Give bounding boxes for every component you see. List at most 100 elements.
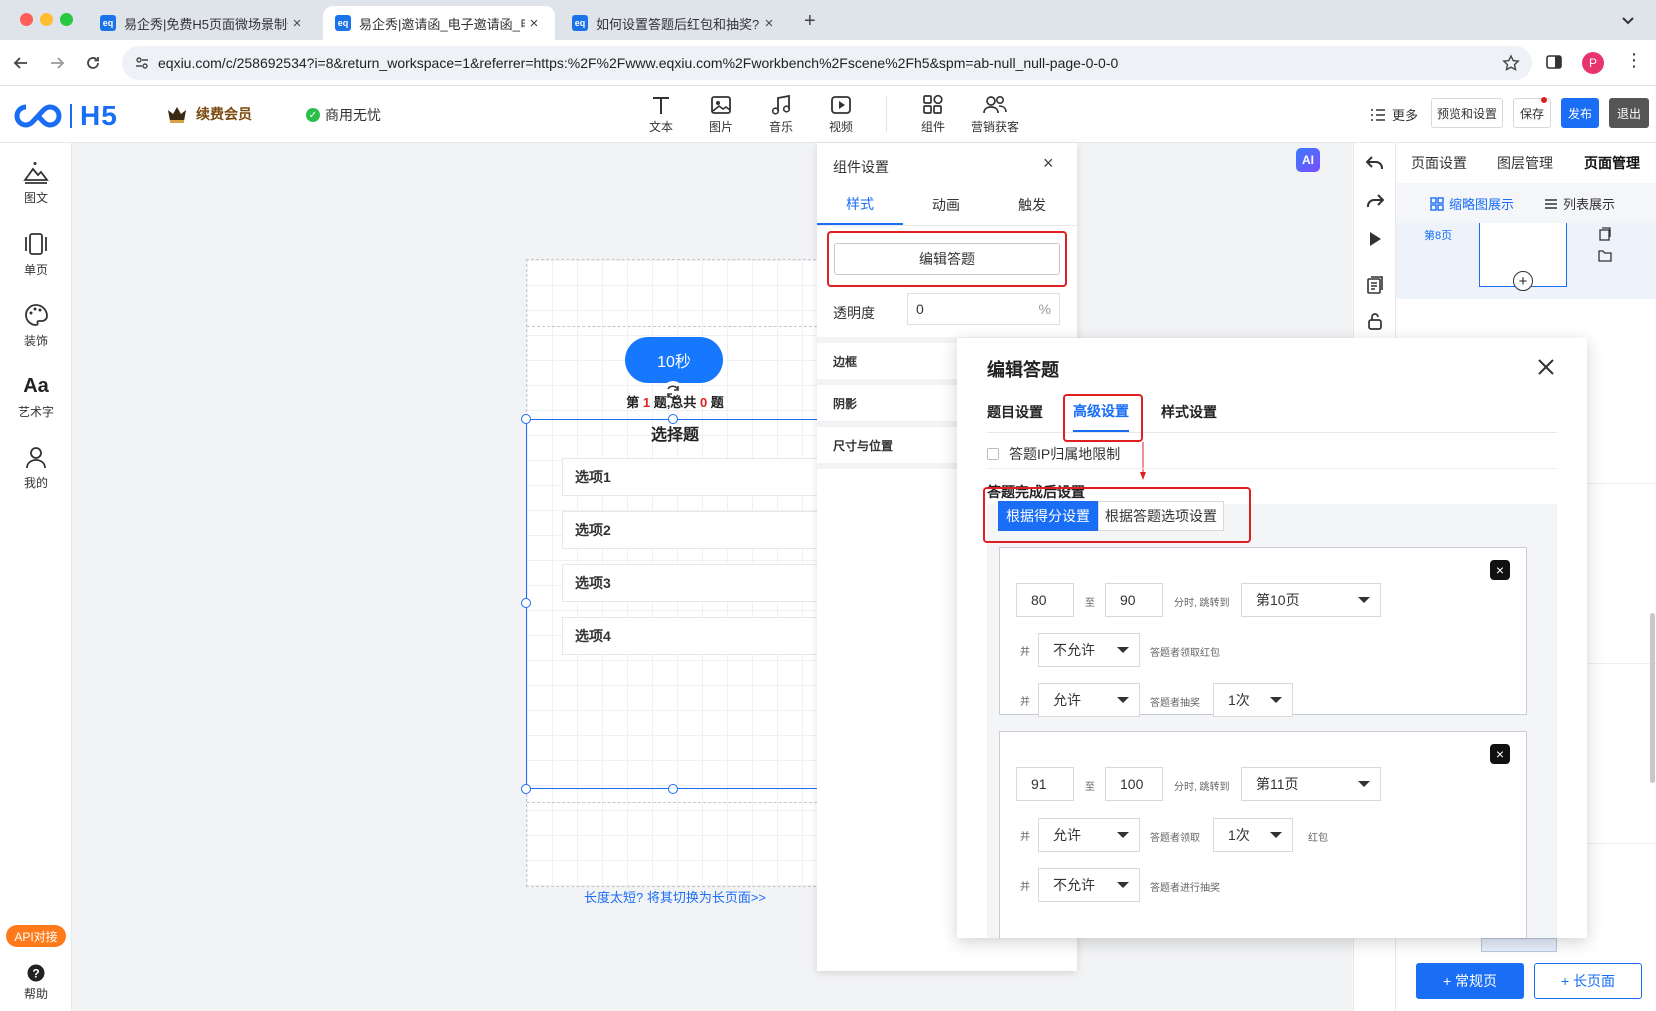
forward-arrow-icon[interactable] [46,52,68,74]
help-button[interactable]: ? 帮助 [0,961,72,1007]
help-circle-icon: ? [27,961,45,985]
undo-icon[interactable] [1354,145,1396,181]
tab-layer-management[interactable]: 图层管理 [1482,143,1568,183]
tool-image[interactable]: 图片 [692,92,750,138]
quiz-option[interactable]: 选项4 [562,617,826,655]
address-bar: eqxiu.com/c/258692534?i=8&return_workspa… [0,40,1656,86]
close-tab-icon[interactable]: × [288,15,306,32]
maximize-window-button[interactable] [60,13,73,26]
sidebar-item-single-page[interactable]: 单页 [0,227,72,291]
eqxiu-logo[interactable]: H5 [14,100,118,132]
switch-long-page-link[interactable]: 长度太短? 将其切换为长页面>> [560,887,790,906]
delete-rule-icon[interactable]: × [1490,744,1510,764]
score-from-input[interactable]: 91 [1016,767,1074,801]
vip-renew-button[interactable]: 续费会员 [166,104,252,124]
browser-tab-1[interactable]: eq 易企秀|免费H5页面微场景制作 × [88,6,318,40]
tab-animation[interactable]: 动画 [903,185,989,225]
reload-icon[interactable] [82,52,104,74]
lottery-permission-select[interactable]: 不允许 [1038,868,1140,902]
sidebar-item-graphic[interactable]: 图文 [0,155,72,219]
page-thumbnail-partial[interactable] [1481,938,1557,952]
close-icon[interactable] [1537,358,1555,376]
side-panel-icon[interactable] [1545,53,1563,71]
lottery-times-select[interactable]: 1次 [1213,683,1293,717]
resize-handle[interactable] [668,784,678,794]
publish-button[interactable]: 发布 [1561,98,1599,128]
tool-text[interactable]: 文本 [632,92,690,138]
edit-quiz-button[interactable]: 编辑答题 [834,243,1060,275]
preview-settings-button[interactable]: 预览和设置 [1431,98,1503,128]
close-tab-icon[interactable]: × [525,15,543,32]
tab-page-settings[interactable]: 页面设置 [1396,143,1482,183]
ai-assistant-button[interactable]: AI [1296,148,1320,172]
jump-page-select[interactable]: 第11页 [1241,767,1381,801]
delete-rule-icon[interactable]: × [1490,560,1510,580]
tab-by-option[interactable]: 根据答题选项设置 [1098,501,1224,531]
jump-page-select[interactable]: 第10页 [1241,583,1381,617]
add-normal-page-button[interactable]: + 常规页 [1416,963,1524,999]
redpacket-permission-select[interactable]: 不允许 [1038,633,1140,667]
page-duplicate-icon[interactable] [1598,227,1612,241]
resize-handle[interactable] [521,414,531,424]
tab-style[interactable]: 样式 [817,185,903,225]
tool-marketing[interactable]: 营销获客 [964,92,1026,138]
quiz-option[interactable]: 选项3 [562,564,826,602]
bookmark-star-icon[interactable] [1502,54,1520,72]
score-from-input[interactable]: 80 [1016,583,1074,617]
score-to-input[interactable]: 100 [1105,767,1163,801]
api-integration-button[interactable]: API对接 [6,925,66,947]
page-copy-icon[interactable] [1354,267,1396,303]
tab-trigger[interactable]: 触发 [989,185,1075,225]
scrollbar-thumb[interactable] [1650,613,1655,783]
timer-badge[interactable]: 10秒 [625,337,723,383]
tool-component[interactable]: 组件 [904,92,962,138]
back-arrow-icon[interactable] [10,52,32,74]
site-settings-icon[interactable] [134,55,150,71]
add-page-icon[interactable]: + [1513,271,1533,291]
play-preview-icon[interactable] [1354,221,1396,257]
lottery-permission-select[interactable]: 允许 [1038,683,1140,717]
redpacket-times-select[interactable]: 1次 [1213,818,1293,852]
minimize-window-button[interactable] [40,13,53,26]
score-to-input[interactable]: 90 [1105,583,1163,617]
url-field[interactable]: eqxiu.com/c/258692534?i=8&return_workspa… [122,46,1532,80]
browser-tab-2[interactable]: eq 易企秀|邀请函_电子邀请函_电 × [323,6,555,40]
thumbnail-view-toggle[interactable]: 缩略图展示 [1430,194,1514,213]
dropdown-caret-icon [1117,882,1129,888]
more-menu[interactable]: 更多 [1370,105,1418,124]
browser-menu-icon[interactable]: ⋮ [1625,51,1643,69]
list-view-toggle[interactable]: 列表展示 [1544,194,1615,213]
commercial-safe-badge[interactable]: ✓ 商用无忧 [306,105,381,125]
tab-search-chevron-icon[interactable] [1620,12,1636,28]
opacity-input[interactable]: 0 % [907,293,1060,325]
tab-style-settings[interactable]: 样式设置 [1161,392,1217,432]
unlock-icon[interactable] [1354,303,1396,339]
tool-video[interactable]: 视频 [812,92,870,138]
close-icon[interactable]: × [1043,153,1054,174]
quiz-option[interactable]: 选项2 [562,511,826,549]
sidebar-item-decoration[interactable]: 装饰 [0,298,72,362]
close-tab-icon[interactable]: × [760,15,778,32]
resize-handle[interactable] [521,784,531,794]
redo-icon[interactable] [1354,183,1396,219]
checkbox[interactable] [987,448,999,460]
save-button[interactable]: 保存 [1513,97,1551,128]
profile-avatar[interactable]: P [1582,52,1604,74]
sidebar-item-mine[interactable]: 我的 [0,440,72,504]
tab-page-management[interactable]: 页面管理 [1568,143,1656,183]
new-tab-icon[interactable]: + [804,10,816,33]
exit-button[interactable]: 退出 [1609,98,1649,128]
tab-question-settings[interactable]: 题目设置 [987,392,1043,432]
ip-limit-checkbox[interactable]: 答题IP归属地限制 [987,444,1120,464]
quiz-option[interactable]: 选项1 [562,458,826,496]
browser-tab-3[interactable]: eq 如何设置答题后红包和抽奖? - × [560,6,790,40]
tool-music[interactable]: 音乐 [752,92,810,138]
folder-icon[interactable] [1598,249,1612,262]
resize-handle[interactable] [521,598,531,608]
art-text-icon: Aa [23,374,49,397]
tab-by-score[interactable]: 根据得分设置 [998,501,1098,531]
sidebar-item-art-text[interactable]: Aa 艺术字 [0,369,72,433]
add-long-page-button[interactable]: + 长页面 [1534,963,1642,999]
close-window-button[interactable] [20,13,33,26]
redpacket-permission-select[interactable]: 允许 [1038,818,1140,852]
